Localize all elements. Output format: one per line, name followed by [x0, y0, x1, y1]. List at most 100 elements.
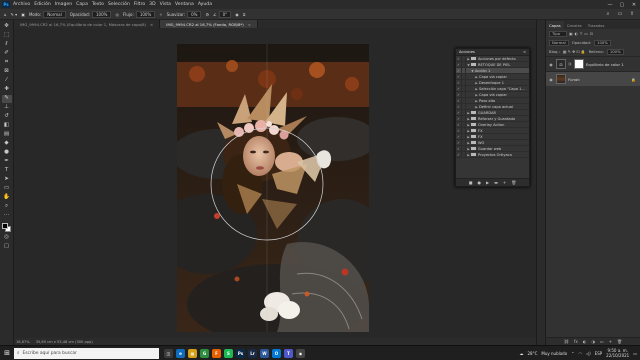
layer-row-adjustment[interactable]: ◉ ⚖ ⛓ Equilibrio de color 1: [546, 56, 640, 71]
crop-icon[interactable]: ⌗: [2, 59, 12, 67]
menu-3d[interactable]: 3D: [149, 2, 155, 7]
zoom-level[interactable]: 16,67%: [16, 340, 30, 344]
close-icon[interactable]: ×: [150, 22, 153, 27]
quick-select-icon[interactable]: ✐: [2, 50, 12, 58]
hand-icon[interactable]: ✋: [2, 194, 12, 202]
healing-icon[interactable]: ✚: [2, 86, 12, 94]
dodge-icon[interactable]: ●: [2, 149, 12, 157]
dialog-toggle[interactable]: [461, 98, 466, 103]
menu-texto[interactable]: Texto: [92, 2, 104, 7]
eraser-icon[interactable]: ◧: [2, 122, 12, 130]
pressure-size-icon[interactable]: ◉: [235, 12, 239, 17]
new-set-button[interactable]: ▬: [494, 180, 498, 185]
airbrush-icon[interactable]: ✧: [159, 12, 162, 17]
gradient-icon[interactable]: ▤: [2, 131, 12, 139]
document-image[interactable]: [177, 44, 369, 332]
blend-mode-select[interactable]: Normal: [549, 39, 569, 46]
smoothing-input[interactable]: 0%: [187, 10, 202, 18]
menu-imagen[interactable]: Imagen: [55, 2, 72, 7]
lasso-icon[interactable]: ℓ: [2, 41, 12, 49]
layer-kind-select[interactable]: Tipo: [549, 30, 567, 37]
filter-smart-icon[interactable]: ⊡: [590, 31, 593, 36]
filter-pixel-icon[interactable]: ▣: [569, 31, 573, 36]
tab-document-1[interactable]: IMG_9994.CR2 al 16,7% (Equilibrio de col…: [14, 20, 161, 28]
network-icon[interactable]: ◠: [579, 351, 583, 356]
menu-edicion[interactable]: Edición: [34, 2, 51, 7]
menu-archivo[interactable]: Archivo: [13, 2, 30, 7]
play-button[interactable]: ▶: [486, 180, 489, 185]
dialog-toggle[interactable]: [461, 74, 466, 79]
filter-adjustment-icon[interactable]: ◐: [575, 31, 578, 36]
taskbar-app-icon[interactable]: ◫: [164, 348, 173, 358]
workspace-icon[interactable]: ▭: [616, 11, 624, 18]
dialog-toggle[interactable]: [461, 68, 466, 73]
path-select-icon[interactable]: ➤: [2, 176, 12, 184]
menu-ventana[interactable]: Ventana: [175, 2, 194, 7]
panel-menu-icon[interactable]: ≡: [523, 50, 526, 54]
taskbar-app-icon[interactable]: W: [260, 348, 269, 358]
brush-settings-icon[interactable]: ▣: [21, 12, 25, 17]
dialog-toggle[interactable]: [461, 92, 466, 97]
search-icon[interactable]: ⌕: [604, 11, 612, 18]
filter-type-icon[interactable]: T: [580, 31, 582, 36]
smoothing-settings-icon[interactable]: ⚙: [205, 12, 209, 17]
taskbar-app-icon[interactable]: O: [272, 348, 281, 358]
tray-arrow-icon[interactable]: ⌃: [571, 351, 574, 356]
new-layer-button[interactable]: +: [609, 339, 612, 344]
record-button[interactable]: ●: [477, 180, 481, 185]
new-action-button[interactable]: +: [503, 180, 506, 185]
adjustment-button[interactable]: ◑: [591, 339, 595, 344]
zoom-icon[interactable]: ⌕: [2, 203, 12, 211]
menu-seleccion[interactable]: Selección: [108, 2, 130, 7]
share-icon[interactable]: ⇪: [628, 11, 636, 18]
filter-shape-icon[interactable]: ▭: [584, 31, 588, 36]
marquee-icon[interactable]: ⬚: [2, 32, 12, 40]
new-group-button[interactable]: ▭: [600, 339, 604, 344]
history-brush-icon[interactable]: ↺: [2, 113, 12, 121]
menu-vista[interactable]: Vista: [160, 2, 171, 7]
visibility-eye-icon[interactable]: ◉: [548, 77, 554, 82]
quick-mask-icon[interactable]: ◎: [2, 234, 12, 242]
tab-document-2[interactable]: IMG_9994.CR2 al 16,7% (Fondo, RGB/8*) ×: [160, 20, 258, 28]
angle-input[interactable]: 0°: [218, 10, 232, 18]
close-icon[interactable]: ×: [248, 22, 251, 27]
clock[interactable]: 9:50 a. m. 22/10/2021: [606, 348, 629, 358]
mode-select[interactable]: Normal: [43, 10, 66, 18]
tab-trazados[interactable]: Trazados: [585, 21, 608, 29]
fill-input[interactable]: 100%: [606, 48, 624, 55]
taskbar-app-icon[interactable]: ▦: [188, 348, 197, 358]
visibility-eye-icon[interactable]: ◉: [548, 62, 554, 67]
delete-action-button[interactable]: 🗑: [511, 180, 516, 185]
menu-ayuda[interactable]: Ayuda: [198, 2, 212, 7]
taskbar-app-icon[interactable]: Lr: [248, 348, 257, 358]
move-icon[interactable]: ✥: [2, 23, 12, 31]
taskbar-app-icon[interactable]: G: [200, 348, 209, 358]
notifications-icon[interactable]: ▭: [633, 351, 637, 356]
taskbar-app-icon[interactable]: ◉: [296, 348, 305, 358]
dialog-toggle[interactable]: [461, 104, 466, 109]
close-window-button[interactable]: ✕: [628, 0, 640, 9]
actions-panel-header[interactable]: Acciones ≡: [456, 49, 529, 56]
layer-opacity-input[interactable]: 100%: [594, 39, 611, 46]
eyedropper-icon[interactable]: ⁄: [2, 77, 12, 85]
maximize-button[interactable]: ▢: [616, 0, 628, 9]
screen-mode-icon[interactable]: ▢: [2, 243, 12, 251]
minimize-button[interactable]: —: [604, 0, 616, 9]
opacity-input[interactable]: 100%: [92, 10, 112, 18]
taskbar-app-icon[interactable]: Ps: [236, 348, 245, 358]
lock-icons[interactable]: ▦ ✎ ✥ ⊡ 🔒: [563, 49, 586, 54]
volume-icon[interactable]: ◁): [586, 351, 591, 356]
tab-capas[interactable]: Capas: [546, 21, 564, 29]
stamp-icon[interactable]: ⊥: [2, 104, 12, 112]
brush-preset-icon[interactable]: ✎ ▾: [11, 12, 18, 17]
pen-icon[interactable]: ✒: [2, 158, 12, 166]
flow-input[interactable]: 100%: [135, 10, 156, 18]
pressure-opacity-icon[interactable]: ◎: [115, 12, 119, 17]
tab-canales[interactable]: Canales: [564, 21, 585, 29]
delete-layer-button[interactable]: 🗑: [617, 339, 622, 344]
taskbar-search[interactable]: ⌕ Escribe aquí para buscar: [14, 347, 159, 359]
frame-icon[interactable]: ⊠: [2, 68, 12, 76]
dialog-toggle[interactable]: [461, 86, 466, 91]
symmetry-icon[interactable]: ⧖: [243, 12, 246, 17]
rectangle-icon[interactable]: ▭: [2, 185, 12, 193]
